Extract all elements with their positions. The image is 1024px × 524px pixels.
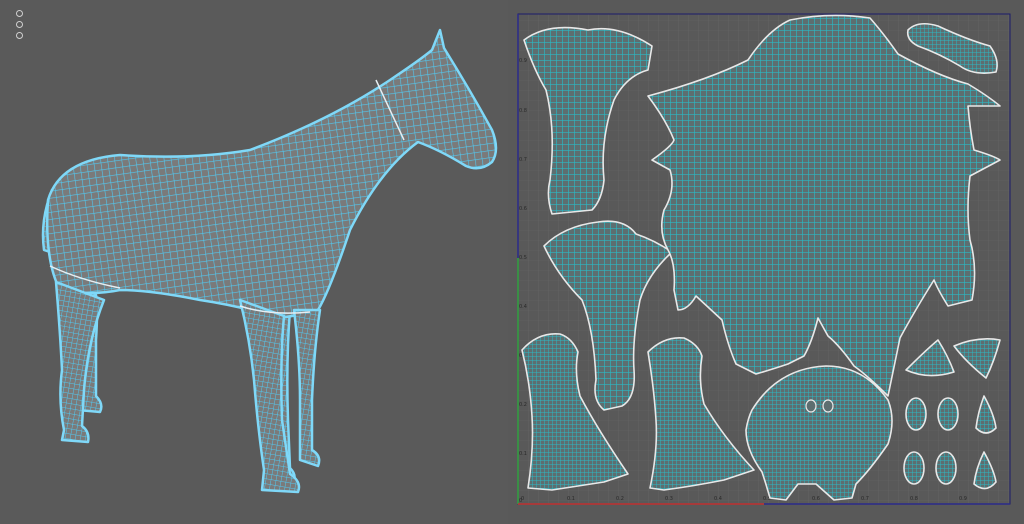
v-tick: 0.9 (519, 58, 527, 64)
u-tick: 0.2 (616, 496, 624, 502)
v-tick: 0.6 (519, 206, 527, 212)
v-tick: 0.4 (519, 304, 527, 310)
v-tick: 0.1 (519, 451, 527, 457)
viewport-3d[interactable] (0, 0, 508, 524)
uv-eye-hole (822, 399, 834, 413)
uv-island[interactable] (935, 451, 957, 485)
v-tick: 0.5 (519, 255, 527, 261)
uv-canvas[interactable]: 0.9 0.8 0.7 0.6 0.5 0.4 0.3 0.2 0.1 0 0 … (508, 0, 1024, 524)
u-tick: 0.1 (567, 496, 575, 502)
app-window: 0.9 0.8 0.7 0.6 0.5 0.4 0.3 0.2 0.1 0 0 … (0, 0, 1024, 524)
horse-mesh[interactable] (0, 0, 508, 524)
v-tick: 0.8 (519, 108, 527, 114)
u-tick: 0.4 (714, 496, 722, 502)
uv-editor[interactable]: 0.9 0.8 0.7 0.6 0.5 0.4 0.3 0.2 0.1 0 0 … (508, 0, 1024, 524)
uv-island[interactable] (905, 397, 927, 431)
u-tick: 0.8 (910, 496, 918, 502)
u-tick: 0.9 (959, 496, 967, 502)
uv-eye-hole (805, 399, 817, 413)
u-tick: 0 (521, 496, 524, 502)
u-tick: 0.3 (665, 496, 673, 502)
uv-island[interactable] (937, 397, 959, 431)
v-tick: 0.7 (519, 157, 527, 163)
uv-island[interactable] (903, 451, 925, 485)
v-tick: 0.2 (519, 402, 527, 408)
u-tick: 0.6 (812, 496, 820, 502)
u-tick: 0.7 (861, 496, 869, 502)
